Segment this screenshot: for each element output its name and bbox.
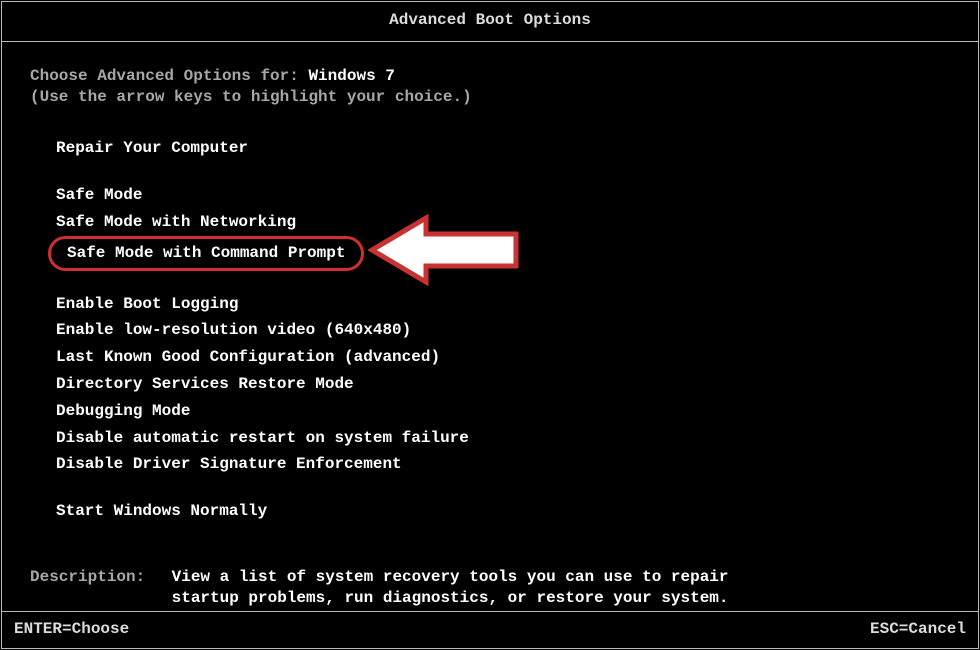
description-block: Description: View a list of system recov… xyxy=(30,567,978,609)
boot-option[interactable]: Enable low-resolution video (640x480) xyxy=(48,317,419,344)
boot-option[interactable]: Last Known Good Configuration (advanced) xyxy=(48,344,448,371)
boot-option[interactable]: Debugging Mode xyxy=(48,398,198,425)
os-name: Windows 7 xyxy=(308,67,394,85)
boot-option[interactable]: Directory Services Restore Mode xyxy=(48,371,362,398)
footer-enter: ENTER=Choose xyxy=(14,619,129,640)
boot-options-list: Repair Your ComputerSafe ModeSafe Mode w… xyxy=(30,135,978,525)
option-group: Enable Boot LoggingEnable low-resolution… xyxy=(30,291,978,479)
description-body: View a list of system recovery tools you… xyxy=(172,567,732,609)
os-chooser-line: Choose Advanced Options for: Windows 7 xyxy=(30,66,978,87)
footer-esc: ESC=Cancel xyxy=(870,619,966,640)
footer-bar: ENTER=Choose ESC=Cancel xyxy=(2,611,978,648)
boot-option[interactable]: Disable automatic restart on system fail… xyxy=(48,425,477,452)
boot-option[interactable]: Start Windows Normally xyxy=(48,498,275,525)
description-label: Description: xyxy=(30,567,162,588)
choose-label: Choose Advanced Options for: xyxy=(30,67,308,85)
window-frame: Advanced Boot Options Choose Advanced Op… xyxy=(1,1,979,649)
option-group: Start Windows Normally xyxy=(30,498,978,525)
boot-option[interactable]: Safe Mode with Command Prompt xyxy=(48,236,364,271)
page-title: Advanced Boot Options xyxy=(2,2,978,42)
main-content: Choose Advanced Options for: Windows 7 (… xyxy=(2,42,978,609)
nav-hint: (Use the arrow keys to highlight your ch… xyxy=(30,87,978,108)
boot-option[interactable]: Safe Mode xyxy=(48,182,150,209)
boot-option[interactable]: Repair Your Computer xyxy=(48,135,256,162)
boot-option[interactable]: Enable Boot Logging xyxy=(48,291,246,318)
option-group: Repair Your Computer xyxy=(30,135,978,162)
boot-option[interactable]: Safe Mode with Networking xyxy=(48,209,304,236)
option-group: Safe ModeSafe Mode with NetworkingSafe M… xyxy=(30,182,978,270)
boot-option[interactable]: Disable Driver Signature Enforcement xyxy=(48,451,410,478)
